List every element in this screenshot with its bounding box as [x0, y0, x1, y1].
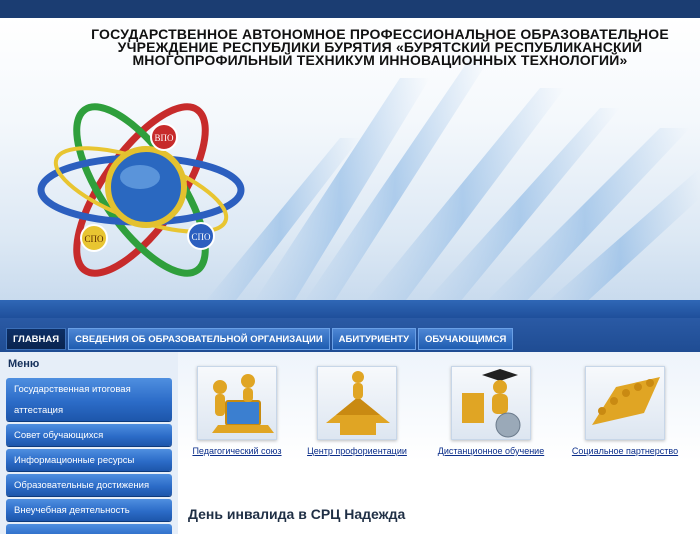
nav-item-home[interactable]: ГЛАВНАЯ [6, 328, 67, 350]
promo-pedagogical-union-link[interactable]: Педагогический союз [182, 446, 292, 456]
promo-distance-learning[interactable]: Дистанционное обучение [436, 366, 546, 456]
puzzle-team-icon [585, 366, 665, 440]
figures-laptop-icon [197, 366, 277, 440]
promo-social-partnership-link[interactable]: Социальное партнерство [570, 446, 680, 456]
crossroads-arrows-icon [317, 366, 397, 440]
header-bottom-band [0, 300, 700, 318]
nav-item-applicants[interactable]: АБИТУРИЕНТУ [331, 328, 416, 350]
atom-logo-icon[interactable]: ВПО СПО СПО [36, 95, 246, 285]
promo-career-center[interactable]: Центр профориентации [302, 366, 412, 456]
sidebar-item-extracurricular[interactable]: Внеучебная деятельность [6, 499, 172, 521]
promo-pedagogical-union[interactable]: Педагогический союз [182, 366, 292, 456]
promo-social-partnership[interactable]: Социальное партнерство [570, 366, 680, 456]
graduate-globe-icon [451, 366, 531, 440]
sidebar-item-information-resources[interactable]: Информационные ресурсы [6, 449, 172, 471]
nav-item-students[interactable]: ОБУЧАЮЩИМСЯ [417, 328, 514, 350]
badge-spo-right-text: СПО [191, 232, 211, 242]
sidebar-menu: Меню Государственная итоговая аттестация… [0, 352, 178, 534]
organization-title: ГОСУДАРСТВЕННОЕ АВТОНОМНОЕ ПРОФЕССИОНАЛЬ… [91, 26, 669, 68]
sidebar-item-partial[interactable] [6, 524, 172, 534]
news-headline[interactable]: День инвалида в СРЦ Надежда [188, 506, 405, 522]
promo-distance-learning-link[interactable]: Дистанционное обучение [436, 446, 546, 456]
main-navigation: ГЛАВНАЯ СВЕДЕНИЯ ОБ ОБРАЗОВАТЕЛЬНОЙ ОРГА… [6, 328, 514, 350]
badge-spo-left-text: СПО [84, 234, 104, 244]
menu-title: Меню [8, 358, 40, 370]
sidebar-item-state-attestation[interactable]: Государственная итоговая аттестация [6, 378, 172, 421]
site-header: ГОСУДАРСТВЕННОЕ АВТОНОМНОЕ ПРОФЕССИОНАЛЬ… [0, 0, 700, 318]
main-content: Педагогический союз Центр профориентации… [178, 352, 700, 534]
sidebar-item-educational-achievements[interactable]: Образовательные достижения [6, 474, 172, 496]
badge-vpo-text: ВПО [154, 133, 174, 143]
sidebar-item-student-council[interactable]: Совет обучающихся [6, 424, 172, 446]
promo-career-center-link[interactable]: Центр профориентации [302, 446, 412, 456]
nav-item-organization-info[interactable]: СВЕДЕНИЯ ОБ ОБРАЗОВАТЕЛЬНОЙ ОРГАНИЗАЦИИ [68, 328, 330, 350]
